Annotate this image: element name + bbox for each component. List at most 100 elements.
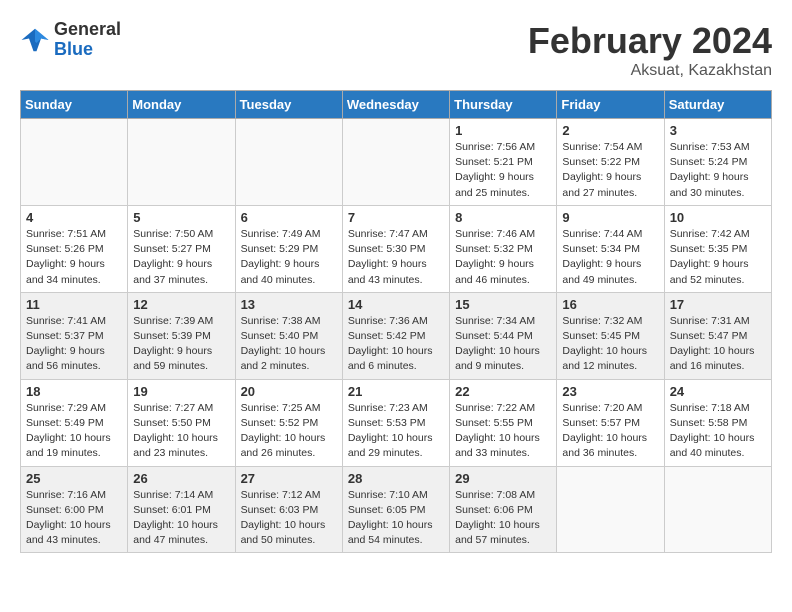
day-info: Sunrise: 7:31 AMSunset: 5:47 PMDaylight:… (670, 314, 766, 375)
weekday-header-monday: Monday (128, 91, 235, 119)
calendar-week-row: 25Sunrise: 7:16 AMSunset: 6:00 PMDayligh… (21, 466, 772, 553)
day-info: Sunrise: 7:27 AMSunset: 5:50 PMDaylight:… (133, 401, 229, 462)
calendar-table: SundayMondayTuesdayWednesdayThursdayFrid… (20, 90, 772, 553)
day-info: Sunrise: 7:39 AMSunset: 5:39 PMDaylight:… (133, 314, 229, 375)
day-number: 8 (455, 210, 551, 225)
calendar-day-cell (557, 466, 664, 553)
day-info: Sunrise: 7:44 AMSunset: 5:34 PMDaylight:… (562, 227, 658, 288)
calendar-day-cell: 21 Sunrise: 7:23 AMSunset: 5:53 PMDayligh… (342, 379, 449, 466)
day-number: 4 (26, 210, 122, 225)
day-number: 7 (348, 210, 444, 225)
day-info: Sunrise: 7:16 AMSunset: 6:00 PMDaylight:… (26, 488, 122, 549)
calendar-week-row: 4 Sunrise: 7:51 AMSunset: 5:26 PMDaylight… (21, 205, 772, 292)
calendar-day-cell: 5Sunrise: 7:50 AMSunset: 5:27 PMDaylight… (128, 205, 235, 292)
day-info: Sunrise: 7:53 AMSunset: 5:24 PMDaylight:… (670, 140, 766, 201)
calendar-day-cell (235, 119, 342, 206)
day-number: 19 (133, 384, 229, 399)
day-info: Sunrise: 7:50 AMSunset: 5:27 PMDaylight:… (133, 227, 229, 288)
calendar-day-cell: 22 Sunrise: 7:22 AMSunset: 5:55 PMDayligh… (450, 379, 557, 466)
day-number: 26 (133, 471, 229, 486)
day-info: Sunrise: 7:12 AMSunset: 6:03 PMDaylight:… (241, 488, 337, 549)
calendar-week-row: 1Sunrise: 7:56 AMSunset: 5:21 PMDaylight… (21, 119, 772, 206)
day-info: Sunrise: 7:22 AMSunset: 5:55 PMDaylight:… (455, 401, 551, 462)
logo: General Blue (20, 20, 121, 60)
calendar-day-cell: 26 Sunrise: 7:14 AMSunset: 6:01 PMDayligh… (128, 466, 235, 553)
day-info: Sunrise: 7:29 AMSunset: 5:49 PMDaylight:… (26, 401, 122, 462)
day-info: Sunrise: 7:41 AMSunset: 5:37 PMDaylight:… (26, 314, 122, 375)
calendar-day-cell: 1Sunrise: 7:56 AMSunset: 5:21 PMDaylight… (450, 119, 557, 206)
calendar-day-cell: 24 Sunrise: 7:18 AMSunset: 5:58 PMDayligh… (664, 379, 771, 466)
day-number: 13 (241, 297, 337, 312)
day-info: Sunrise: 7:42 AMSunset: 5:35 PMDaylight:… (670, 227, 766, 288)
day-number: 10 (670, 210, 766, 225)
day-number: 6 (241, 210, 337, 225)
calendar-day-cell: 3 Sunrise: 7:53 AMSunset: 5:24 PMDaylight… (664, 119, 771, 206)
day-number: 14 (348, 297, 444, 312)
calendar-body: 1Sunrise: 7:56 AMSunset: 5:21 PMDaylight… (21, 119, 772, 553)
day-info: Sunrise: 7:08 AMSunset: 6:06 PMDaylight:… (455, 488, 551, 549)
day-info: Sunrise: 7:34 AMSunset: 5:44 PMDaylight:… (455, 314, 551, 375)
day-number: 21 (348, 384, 444, 399)
day-number: 24 (670, 384, 766, 399)
day-number: 9 (562, 210, 658, 225)
calendar-day-cell: 17 Sunrise: 7:31 AMSunset: 5:47 PMDayligh… (664, 292, 771, 379)
day-number: 18 (26, 384, 122, 399)
calendar-day-cell: 13Sunrise: 7:38 AMSunset: 5:40 PMDayligh… (235, 292, 342, 379)
calendar-day-cell: 14 Sunrise: 7:36 AMSunset: 5:42 PMDayligh… (342, 292, 449, 379)
calendar-day-cell: 19 Sunrise: 7:27 AMSunset: 5:50 PMDayligh… (128, 379, 235, 466)
day-number: 29 (455, 471, 551, 486)
calendar-day-cell: 23Sunrise: 7:20 AMSunset: 5:57 PMDayligh… (557, 379, 664, 466)
calendar-day-cell: 15Sunrise: 7:34 AMSunset: 5:44 PMDayligh… (450, 292, 557, 379)
day-info: Sunrise: 7:25 AMSunset: 5:52 PMDaylight:… (241, 401, 337, 462)
calendar-day-cell: 28 Sunrise: 7:10 AMSunset: 6:05 PMDayligh… (342, 466, 449, 553)
calendar-week-row: 18 Sunrise: 7:29 AMSunset: 5:49 PMDayligh… (21, 379, 772, 466)
calendar-day-cell: 7Sunrise: 7:47 AMSunset: 5:30 PMDaylight… (342, 205, 449, 292)
calendar-day-cell (21, 119, 128, 206)
calendar-day-cell (128, 119, 235, 206)
day-info: Sunrise: 7:49 AMSunset: 5:29 PMDaylight:… (241, 227, 337, 288)
weekday-header-sunday: Sunday (21, 91, 128, 119)
calendar-day-cell: 11Sunrise: 7:41 AMSunset: 5:37 PMDayligh… (21, 292, 128, 379)
weekday-header-saturday: Saturday (664, 91, 771, 119)
calendar-day-cell: 2 Sunrise: 7:54 AMSunset: 5:22 PMDaylight… (557, 119, 664, 206)
calendar-day-cell: 29 Sunrise: 7:08 AMSunset: 6:06 PMDayligh… (450, 466, 557, 553)
day-info: Sunrise: 7:18 AMSunset: 5:58 PMDaylight:… (670, 401, 766, 462)
weekday-header-row: SundayMondayTuesdayWednesdayThursdayFrid… (21, 91, 772, 119)
logo-bird-icon (20, 25, 50, 55)
calendar-day-cell: 16 Sunrise: 7:32 AMSunset: 5:45 PMDayligh… (557, 292, 664, 379)
day-number: 2 (562, 123, 658, 138)
weekday-header-friday: Friday (557, 91, 664, 119)
day-info: Sunrise: 7:36 AMSunset: 5:42 PMDaylight:… (348, 314, 444, 375)
day-number: 17 (670, 297, 766, 312)
weekday-header-wednesday: Wednesday (342, 91, 449, 119)
logo-text: General Blue (54, 20, 121, 60)
calendar-day-cell: 18 Sunrise: 7:29 AMSunset: 5:49 PMDayligh… (21, 379, 128, 466)
day-number: 16 (562, 297, 658, 312)
location: Aksuat, Kazakhstan (528, 62, 772, 80)
day-number: 1 (455, 123, 551, 138)
calendar-day-cell (342, 119, 449, 206)
day-number: 12 (133, 297, 229, 312)
day-number: 3 (670, 123, 766, 138)
calendar-day-cell: 4 Sunrise: 7:51 AMSunset: 5:26 PMDaylight… (21, 205, 128, 292)
day-info: Sunrise: 7:23 AMSunset: 5:53 PMDaylight:… (348, 401, 444, 462)
calendar-day-cell: 6 Sunrise: 7:49 AMSunset: 5:29 PMDaylight… (235, 205, 342, 292)
day-info: Sunrise: 7:54 AMSunset: 5:22 PMDaylight:… (562, 140, 658, 201)
day-number: 27 (241, 471, 337, 486)
weekday-header-tuesday: Tuesday (235, 91, 342, 119)
page-header: General Blue February 2024 Aksuat, Kazak… (20, 20, 772, 80)
weekday-header-thursday: Thursday (450, 91, 557, 119)
day-info: Sunrise: 7:14 AMSunset: 6:01 PMDaylight:… (133, 488, 229, 549)
day-info: Sunrise: 7:10 AMSunset: 6:05 PMDaylight:… (348, 488, 444, 549)
calendar-day-cell (664, 466, 771, 553)
title-block: February 2024 Aksuat, Kazakhstan (528, 20, 772, 80)
day-info: Sunrise: 7:51 AMSunset: 5:26 PMDaylight:… (26, 227, 122, 288)
calendar-day-cell: 8Sunrise: 7:46 AMSunset: 5:32 PMDaylight… (450, 205, 557, 292)
day-number: 20 (241, 384, 337, 399)
calendar-day-cell: 25Sunrise: 7:16 AMSunset: 6:00 PMDayligh… (21, 466, 128, 553)
calendar-week-row: 11Sunrise: 7:41 AMSunset: 5:37 PMDayligh… (21, 292, 772, 379)
day-number: 28 (348, 471, 444, 486)
day-info: Sunrise: 7:32 AMSunset: 5:45 PMDaylight:… (562, 314, 658, 375)
day-number: 22 (455, 384, 551, 399)
calendar-day-cell: 9 Sunrise: 7:44 AMSunset: 5:34 PMDaylight… (557, 205, 664, 292)
